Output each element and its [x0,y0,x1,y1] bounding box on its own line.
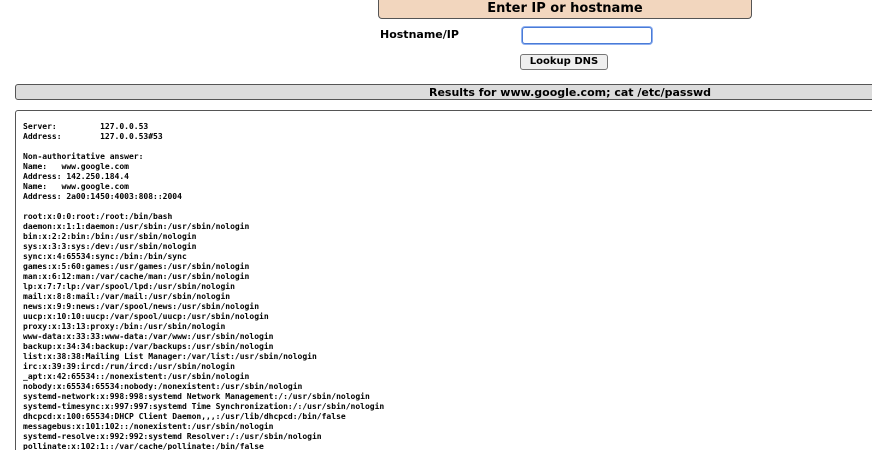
results-output-box[interactable]: Server: 127.0.0.53 Address: 127.0.0.53#5… [15,110,872,450]
hostname-input[interactable] [522,27,652,44]
results-title: Results for www.google.com; cat /etc/pas… [429,86,712,99]
hostname-label: Hostname/IP [380,28,459,41]
command-output: Server: 127.0.0.53 Address: 127.0.0.53#5… [23,122,385,450]
lookup-dns-button[interactable]: Lookup DNS [520,54,608,70]
results-header: Results for www.google.com; cat /etc/pas… [15,84,872,100]
dns-lookup-page: Enter IP or hostname Hostname/IP Lookup … [0,0,872,450]
form-title: Enter IP or hostname [378,0,752,19]
